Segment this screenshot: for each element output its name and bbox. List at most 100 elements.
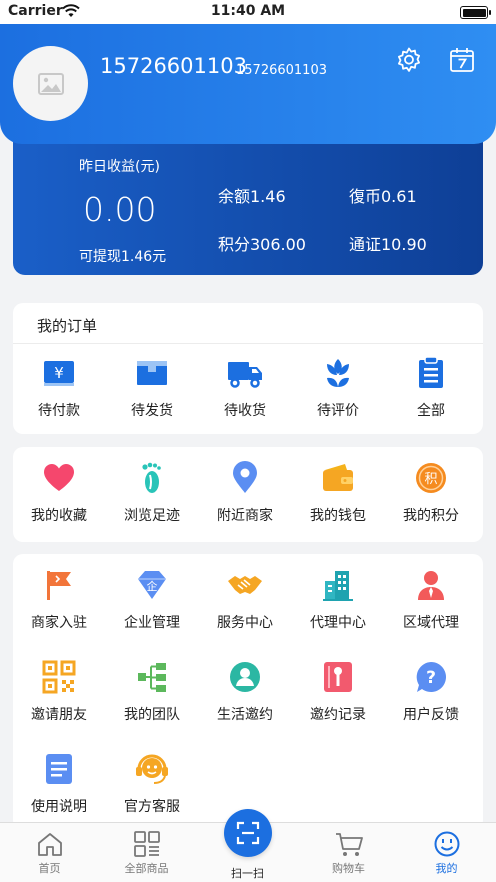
points-stat[interactable]: 积分306.00 [218, 231, 306, 255]
earnings-panel: 昨日收益(元) 0.00 可提现1.46元 余额1.46 復币0.61 积分30… [13, 138, 483, 275]
tab-all-products-label: 全部商品 [124, 862, 169, 875]
voucher-stat[interactable]: 通证10.90 [349, 231, 427, 255]
battery-icon [460, 6, 491, 19]
service-center-label: 服务中心 [217, 615, 273, 631]
svg-text:?: ? [426, 668, 436, 688]
cart-icon [335, 833, 363, 856]
withdrawable-amount[interactable]: 可提现1.46元 [79, 246, 166, 266]
user-id: 15726601103 [236, 63, 327, 78]
quick-favorites-label: 我的收藏 [31, 508, 87, 524]
order-pending-payment-label: 待付款 [38, 403, 80, 419]
quick-wallet-label: 我的钱包 [310, 508, 366, 524]
home-icon [37, 833, 62, 856]
location-pin-icon [233, 461, 257, 493]
service-agent-center-label: 代理中心 [310, 615, 366, 631]
service-my-team[interactable]: 我的团队 [106, 660, 198, 724]
service-customer-support-label: 官方客服 [124, 799, 180, 815]
service-regional-agent[interactable]: 区域代理 [385, 568, 477, 632]
service-regional-agent-label: 区域代理 [403, 615, 459, 631]
service-customer-support[interactable]: 官方客服 [106, 752, 198, 816]
points-glyph: 积 [424, 472, 437, 487]
service-merchant-join-label: 商家入驻 [31, 615, 87, 631]
avatar[interactable] [13, 46, 88, 121]
service-feedback[interactable]: ? 用户反馈 [385, 660, 477, 724]
service-invite-friends[interactable]: 邀请朋友 [13, 660, 105, 724]
order-pending-receipt-label: 待收货 [224, 403, 266, 419]
scan-icon [236, 821, 260, 845]
pending-payment-icon: ¥ [44, 361, 74, 386]
status-bar: Carrier 11:40 AM [0, 0, 496, 24]
balance-stat[interactable]: 余额1.46 [218, 183, 286, 207]
points-icon: 积 [416, 463, 446, 493]
quick-favorites[interactable]: 我的收藏 [13, 461, 105, 525]
service-agent-center[interactable]: 代理中心 [292, 568, 384, 632]
feedback-icon: ? [416, 662, 446, 692]
quick-nearby-label: 附近商家 [217, 508, 273, 524]
orders-title: 我的订单 [37, 317, 98, 335]
service-enterprise[interactable]: 企 企业管理 [106, 568, 198, 632]
quick-points[interactable]: 积 我的积分 [385, 461, 477, 525]
service-life-invite[interactable]: 生活邀约 [199, 660, 291, 724]
image-placeholder-icon [37, 72, 64, 95]
footprint-icon [142, 462, 161, 493]
quick-footprints[interactable]: 浏览足迹 [106, 461, 198, 525]
svg-text:¥: ¥ [54, 364, 64, 382]
order-pending-shipment[interactable]: 待发货 [106, 356, 198, 420]
invite-record-icon [324, 662, 352, 692]
document-icon [46, 754, 72, 784]
tab-all-products[interactable]: 全部商品 [97, 823, 196, 876]
flag-icon [47, 571, 71, 600]
tab-bar: 首页 全部商品 扫一扫 购物车 我的 [0, 809, 496, 882]
tab-cart[interactable]: 购物车 [299, 823, 398, 876]
orders-card: 我的订单 ¥ 待付款 待发货 待收货 待评价 全部 [13, 303, 483, 434]
review-flower-icon [327, 359, 349, 387]
tab-home[interactable]: 首页 [0, 823, 99, 876]
quick-links-card: 我的收藏 浏览足迹 附近商家 我的钱包 积 我的积分 [13, 447, 483, 542]
life-invite-icon [230, 662, 260, 692]
team-tree-icon [138, 663, 166, 692]
earnings-amount: 0.00 [83, 190, 157, 229]
order-pending-review[interactable]: 待评价 [292, 356, 384, 420]
pending-shipment-icon [137, 361, 167, 385]
buildings-icon [323, 571, 353, 601]
tab-mine[interactable]: 我的 [397, 823, 496, 876]
headset-icon [136, 754, 168, 784]
quick-wallet[interactable]: 我的钱包 [292, 461, 384, 525]
handshake-icon [228, 576, 262, 594]
order-pending-review-label: 待评价 [317, 403, 359, 419]
grid-icon [133, 831, 160, 857]
tab-mine-label: 我的 [435, 862, 458, 875]
service-my-team-label: 我的团队 [124, 707, 180, 723]
services-card: 商家入驻 企 企业管理 服务中心 代理中心 区域代理 邀请朋友 我的团队 生活邀… [13, 554, 483, 830]
service-invite-friends-label: 邀请朋友 [31, 707, 87, 723]
order-pending-payment[interactable]: ¥ 待付款 [13, 356, 105, 420]
scan-button[interactable] [224, 809, 272, 857]
order-pending-shipment-label: 待发货 [131, 403, 173, 419]
user-phone: 15726601103 [100, 54, 247, 78]
tab-scan-label: 扫一扫 [231, 867, 264, 880]
order-all[interactable]: 全部 [385, 356, 477, 420]
gear-icon[interactable] [395, 46, 423, 74]
calendar-icon[interactable] [448, 46, 476, 74]
tab-home-label: 首页 [38, 862, 61, 875]
orders-divider [13, 343, 483, 344]
service-instructions[interactable]: 使用说明 [13, 752, 105, 816]
enterprise-diamond-icon: 企 [138, 571, 166, 599]
enterprise-glyph: 企 [147, 579, 158, 593]
service-invite-record[interactable]: 邀约记录 [292, 660, 384, 724]
qr-code-icon [42, 660, 76, 694]
quick-footprints-label: 浏览足迹 [124, 508, 180, 524]
quick-nearby[interactable]: 附近商家 [199, 461, 291, 525]
service-merchant-join[interactable]: 商家入驻 [13, 568, 105, 632]
delivery-truck-icon [228, 362, 262, 388]
clock: 11:40 AM [210, 3, 286, 19]
wallet-icon [323, 464, 353, 491]
order-pending-receipt[interactable]: 待收货 [199, 356, 291, 420]
clipboard-icon [419, 356, 443, 388]
tab-cart-label: 购物车 [332, 862, 365, 875]
heart-icon [44, 464, 74, 491]
service-feedback-label: 用户反馈 [403, 707, 459, 723]
agent-person-icon [418, 571, 444, 600]
service-center[interactable]: 服务中心 [199, 568, 291, 632]
coins-stat[interactable]: 復币0.61 [349, 183, 417, 207]
